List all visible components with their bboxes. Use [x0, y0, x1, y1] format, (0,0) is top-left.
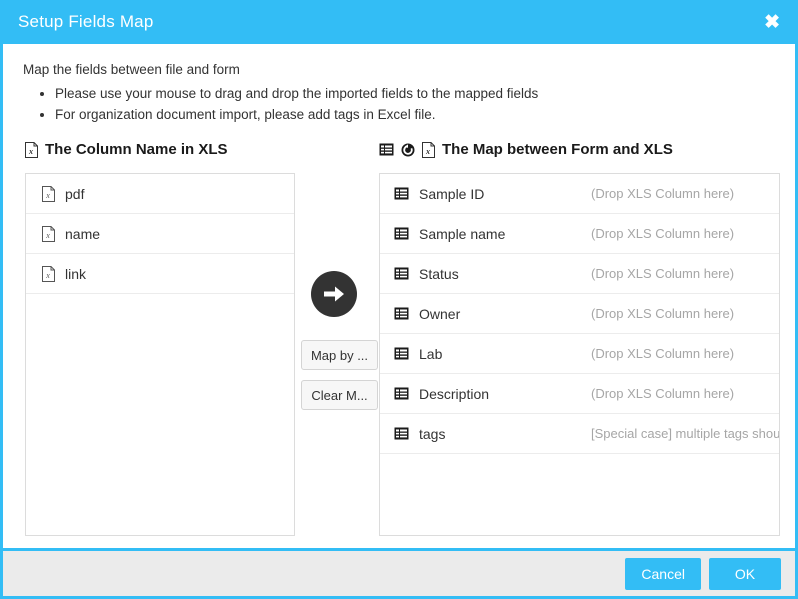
drop-target[interactable]: [Special case] multiple tags shou — [591, 426, 779, 441]
dialog-header: Setup Fields Map ✖ — [0, 0, 798, 44]
table-row-label: Status — [419, 265, 459, 282]
map-by-button[interactable]: Map by ... — [301, 340, 378, 370]
left-panel-title-label: The Column Name in XLS — [45, 141, 228, 158]
instructions-list: Please use your mouse to drag and drop t… — [21, 83, 777, 125]
table-row[interactable]: tags [Special case] multiple tags shou — [380, 414, 779, 454]
list-icon — [379, 143, 394, 156]
svg-text:x: x — [425, 147, 430, 156]
list-item: Please use your mouse to drag and drop t… — [55, 83, 777, 104]
table-row-label: Lab — [419, 345, 443, 362]
list-item-label: name — [65, 225, 101, 242]
panel-titles: x The Column Name in XLS x The Map betwe… — [21, 141, 777, 167]
table-row-label: Sample ID — [419, 185, 485, 202]
setup-fields-map-dialog: Setup Fields Map ✖ Map the fields betwee… — [0, 0, 798, 599]
table-row-label: tags — [419, 425, 446, 442]
list-item[interactable]: x link — [26, 254, 294, 294]
table-row-label: Owner — [419, 305, 461, 322]
drop-target[interactable]: (Drop XLS Column here) — [591, 386, 734, 401]
list-icon — [394, 267, 409, 280]
svg-text:x: x — [45, 231, 50, 240]
xls-file-icon: x — [25, 141, 38, 158]
list-item-label: pdf — [65, 185, 85, 202]
table-row[interactable]: Sample ID (Drop XLS Column here) — [380, 174, 779, 214]
svg-text:x: x — [45, 191, 50, 200]
xls-file-icon: x — [42, 225, 55, 242]
table-row-label: Description — [419, 385, 490, 402]
drop-target[interactable]: (Drop XLS Column here) — [591, 306, 734, 321]
page-title: Setup Fields Map — [18, 12, 154, 31]
table-row[interactable]: Owner (Drop XLS Column here) — [380, 294, 779, 334]
close-icon[interactable]: ✖ — [760, 11, 784, 34]
dialog-footer: Cancel OK — [0, 548, 798, 599]
list-item: For organization document import, please… — [55, 104, 777, 125]
list-icon — [394, 227, 409, 240]
xls-file-icon: x — [42, 185, 55, 202]
panels-area: x pdf x name x link Map by ... Clear M..… — [21, 173, 780, 536]
table-row[interactable]: Lab (Drop XLS Column here) — [380, 334, 779, 374]
arrow-right-circle-icon[interactable] — [311, 271, 357, 317]
list-item[interactable]: x pdf — [26, 174, 294, 214]
dialog-body: Map the fields between file and form Ple… — [0, 44, 798, 548]
left-panel-title: x The Column Name in XLS — [25, 141, 228, 158]
drop-target[interactable]: (Drop XLS Column here) — [591, 186, 734, 201]
list-icon — [394, 307, 409, 320]
drop-target[interactable]: (Drop XLS Column here) — [591, 346, 734, 361]
list-icon — [394, 387, 409, 400]
middle-controls: Map by ... Clear M... — [297, 173, 378, 536]
right-panel-title-label: The Map between Form and XLS — [442, 141, 673, 158]
svg-text:x: x — [45, 271, 50, 280]
table-row[interactable]: Status (Drop XLS Column here) — [380, 254, 779, 294]
table-row[interactable]: Sample name (Drop XLS Column here) — [380, 214, 779, 254]
list-icon — [394, 187, 409, 200]
cancel-button[interactable]: Cancel — [625, 557, 701, 590]
list-item[interactable]: x name — [26, 214, 294, 254]
xls-file-icon: x — [422, 141, 435, 158]
instructions-intro: Map the fields between file and form — [23, 62, 240, 77]
xls-columns-panel[interactable]: x pdf x name x link — [25, 173, 295, 536]
table-row[interactable]: Description (Drop XLS Column here) — [380, 374, 779, 414]
drop-target[interactable]: (Drop XLS Column here) — [591, 266, 734, 281]
table-row-label: Sample name — [419, 225, 506, 242]
form-map-panel[interactable]: Sample ID (Drop XLS Column here) Sample … — [379, 173, 780, 536]
drop-target[interactable]: (Drop XLS Column here) — [591, 226, 734, 241]
right-panel-title: x The Map between Form and XLS — [379, 141, 673, 158]
xls-file-icon: x — [42, 265, 55, 282]
ok-button[interactable]: OK — [709, 557, 781, 590]
svg-text:x: x — [28, 147, 33, 156]
list-item-label: link — [65, 265, 87, 282]
clear-map-button[interactable]: Clear M... — [301, 380, 378, 410]
list-icon — [394, 427, 409, 440]
refresh-icon — [401, 143, 415, 157]
list-icon — [394, 347, 409, 360]
